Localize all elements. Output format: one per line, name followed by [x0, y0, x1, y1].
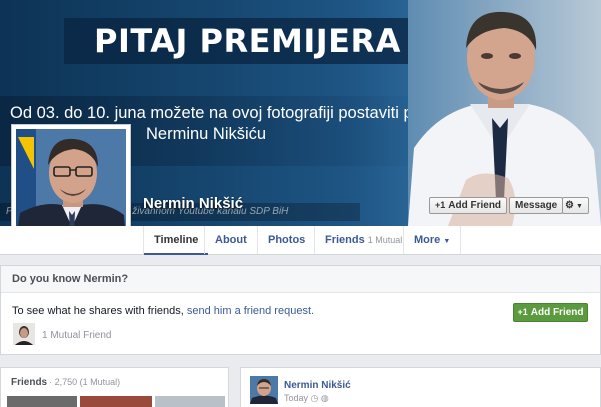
profile-name[interactable]: Nermin Nikšić — [143, 195, 243, 212]
do-you-know-box: Do you know Nermin? To see what he share… — [0, 265, 601, 355]
facebook-profile-page: PITAJ PREMIJERA Od 03. do 10. juna možet… — [0, 0, 601, 407]
send-friend-request-link[interactable]: send him a friend request. — [187, 305, 314, 317]
friend-thumbnail[interactable] — [7, 396, 77, 407]
friend-thumbnail[interactable] — [80, 396, 152, 407]
mutual-friend-avatar[interactable] — [13, 323, 35, 345]
cover-line-1: Od 03. do 10. juna možete na ovoj fotogr… — [10, 104, 453, 122]
tab-friends[interactable]: Friends 1 Mutual — [314, 226, 412, 254]
friend-request-prompt: To see what he shares with friends, send… — [12, 305, 315, 317]
chevron-down-icon: ▼ — [443, 238, 451, 245]
cover-headline: PITAJ PREMIJERA — [94, 22, 401, 60]
post-author-avatar[interactable] — [250, 376, 278, 404]
chevron-down-icon: ▼ — [575, 203, 583, 210]
tab-timeline[interactable]: Timeline — [143, 226, 209, 255]
tab-more[interactable]: More ▼ — [403, 226, 462, 254]
post-timestamp[interactable]: Today ◷ ◍ — [284, 393, 329, 404]
do-you-know-title: Do you know Nermin? — [1, 266, 600, 293]
gear-icon: ⚙ — [565, 200, 574, 211]
cover-portrait-image — [408, 0, 601, 226]
friends-mutual-count: 1 Mutual — [367, 235, 403, 245]
friends-box: Friends · 2,750 (1 Mutual) — [0, 367, 229, 407]
friend-thumbnail[interactable] — [155, 396, 225, 407]
timeline-post: Nermin Nikšić Today ◷ ◍ — [240, 367, 601, 407]
add-friend-button[interactable]: +1 Add Friend — [429, 197, 508, 214]
profile-nav-bar: Timeline About Photos Friends 1 Mutual Mo… — [0, 226, 601, 255]
add-friend-icon: +1 — [435, 200, 446, 210]
mutual-friend-count[interactable]: 1 Mutual Friend — [42, 330, 111, 341]
friends-box-title[interactable]: Friends · 2,750 (1 Mutual) — [11, 377, 120, 388]
friends-count: · 2,750 (1 Mutual) — [49, 377, 121, 387]
tab-about[interactable]: About — [204, 226, 257, 254]
add-friend-green-button[interactable]: +1 Add Friend — [513, 303, 588, 322]
settings-menu-button[interactable]: ⚙ ▼ — [562, 197, 589, 214]
message-button[interactable]: Message — [509, 197, 564, 214]
profile-picture-image — [16, 129, 126, 239]
clock-icon: ◷ — [310, 393, 319, 403]
add-friend-icon: +1 — [517, 307, 528, 317]
tab-photos[interactable]: Photos — [257, 226, 315, 254]
globe-icon: ◍ — [320, 393, 329, 403]
post-author-name[interactable]: Nermin Nikšić — [284, 380, 351, 391]
